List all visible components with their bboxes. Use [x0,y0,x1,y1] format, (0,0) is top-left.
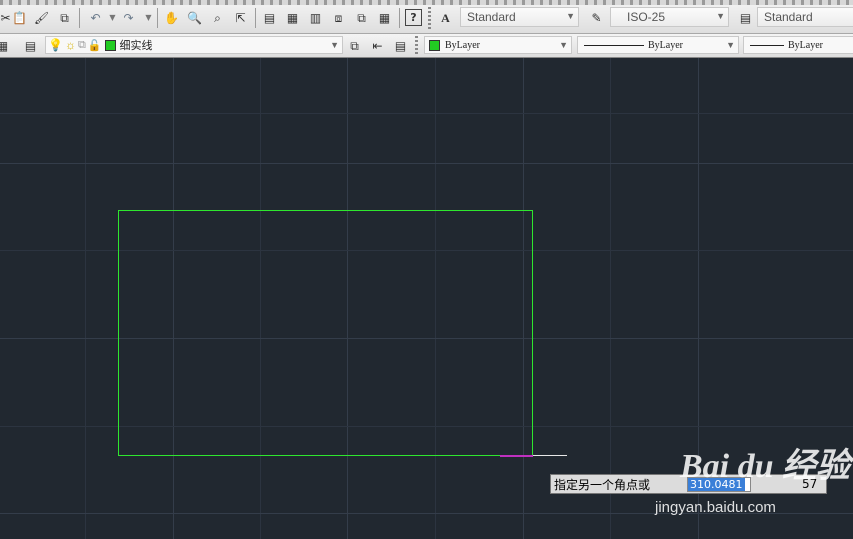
zoom-previous-icon[interactable]: ⇱ [232,9,249,26]
properties-icon[interactable]: ▤ [261,9,278,26]
lightbulb-icon: 💡 [48,37,63,52]
text-style-icon[interactable]: A [437,9,454,26]
dimension-style-value: ISO-25 [627,10,666,24]
chevron-down-icon: ▼ [566,11,575,21]
block-editor-icon[interactable]: ⧉ [56,9,73,26]
grid-line [0,163,853,164]
separator [255,8,256,28]
help-icon[interactable]: ? [405,9,422,26]
tool-palettes-icon[interactable]: ▥ [307,9,324,26]
prompt-text: 指定另一个角点或 [554,477,651,492]
zoom-realtime-icon[interactable]: 🔍 [186,9,203,26]
toolbar-grip[interactable] [415,36,418,56]
grid-line [85,58,86,539]
layer-color-swatch [104,39,116,51]
toolbar-strip [0,0,853,5]
layer-states-icon[interactable]: ▤ [22,37,39,54]
sheet-set-manager-icon[interactable]: ⧈ [330,9,347,26]
make-current-layer-icon[interactable]: ⧉ [346,37,363,54]
text-style-value: Standard [467,10,516,24]
dimension-style-select[interactable]: ISO-25 ▼ [610,7,729,27]
chevron-down-icon: ▼ [726,40,735,50]
layer-walk-icon[interactable]: ▤ [392,37,409,54]
quickcalc-icon[interactable]: ▦ [376,9,393,26]
tracking-highlight [500,455,533,457]
linetype-value: ByLayer [648,39,683,51]
table-style-icon[interactable]: ▤ [737,9,754,26]
lineweight-select[interactable]: ByLayer [743,36,853,54]
chevron-down-icon: ▼ [716,11,725,21]
redo-icon[interactable]: ↷ [120,9,137,26]
separator [399,8,400,28]
chevron-down-icon: ▼ [330,40,339,50]
color-swatch [429,39,440,51]
baidu-logo: Bai du 经验 [680,438,850,487]
text-style-select[interactable]: Standard ▼ [460,7,579,27]
viewport-freeze-icon: ⧉ [77,38,86,51]
linetype-select[interactable]: ByLayer ▼ [577,36,739,54]
layer-name: 细实线 [119,39,153,52]
color-value: ByLayer [445,39,480,51]
paste-icon[interactable]: 📋 [11,9,28,26]
zoom-window-icon[interactable]: ⌕ [209,9,226,26]
lineweight-sample [750,44,784,46]
separator [79,8,80,28]
layer-manager-icon[interactable]: ▦ [0,37,11,54]
grid-line [0,113,853,114]
match-properties-icon[interactable]: 🖌 [33,9,50,26]
undo-icon[interactable]: ↶ [87,9,104,26]
undo-dropdown-icon[interactable]: ▼ [104,9,121,26]
unlock-icon: 🔓 [87,39,102,52]
table-style-value: Standard [764,10,813,24]
lineweight-value: ByLayer [788,39,823,51]
toolbar-grip[interactable] [428,7,431,29]
crosshair-cursor [533,455,567,456]
layer-previous-icon[interactable]: ⇤ [369,37,386,54]
markup-set-manager-icon[interactable]: ⧉ [353,9,370,26]
watermark-url: jingyan.baidu.com [655,499,776,516]
design-center-icon[interactable]: ▦ [284,9,301,26]
logo-text: Bai du 经验 [680,448,851,485]
dimension-style-icon[interactable]: ✎ [588,9,605,26]
grid-line [610,58,611,539]
redo-dropdown-icon[interactable]: ▼ [140,9,157,26]
sun-icon: ☼ [64,37,76,52]
pan-icon[interactable]: ✋ [163,9,180,26]
separator [157,8,158,28]
standard-toolbar: ✂ 📋 🖌 ⧉ ↶ ▼ ↷ ▼ ✋ 🔍 ⌕ ⇱ ▤ ▦ ▥ ⧈ ⧉ ▦ ? A … [0,0,853,34]
layer-select[interactable]: 💡 ☼ ⧉ 🔓 细实线 ▼ [45,36,343,54]
color-select[interactable]: ByLayer ▼ [424,36,572,54]
chevron-down-icon: ▼ [559,40,568,50]
layers-properties-toolbar: ▦ ▤ 💡 ☼ ⧉ 🔓 细实线 ▼ ⧉ ⇤ ▤ ByLayer ▼ ByLaye… [0,34,853,58]
linetype-sample [584,44,644,46]
table-style-select[interactable]: Standard [757,7,853,27]
drawn-rectangle [118,210,533,456]
